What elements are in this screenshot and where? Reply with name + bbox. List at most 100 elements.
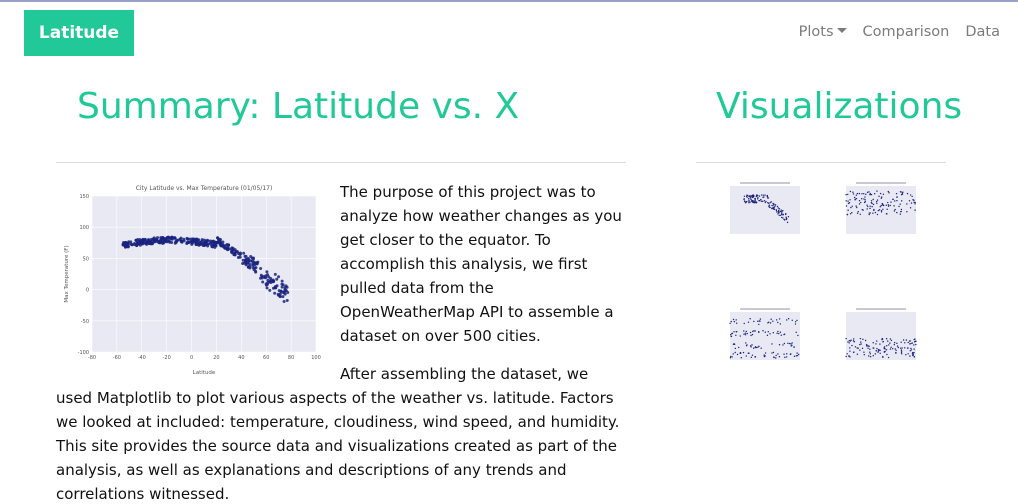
thumb-point — [760, 194, 763, 196]
thumb-point — [746, 194, 748, 196]
thumb-point — [887, 201, 889, 204]
thumb-point — [907, 341, 909, 344]
thumb-point — [730, 335, 732, 338]
thumb-point — [764, 331, 766, 333]
thumb-point — [770, 318, 772, 320]
thumb-point — [887, 340, 889, 342]
scatter-point — [217, 239, 221, 243]
thumb-point — [785, 356, 788, 358]
navbar-brand[interactable]: Latitude — [24, 10, 134, 56]
thumb-point — [780, 213, 783, 216]
scatter-point — [203, 238, 207, 242]
thumb-point — [782, 344, 784, 346]
thumb-point — [856, 347, 858, 349]
thumb-point — [876, 190, 878, 192]
x-tick-label: -40 — [138, 355, 146, 361]
scatter-point — [277, 275, 281, 279]
thumb-point — [868, 355, 870, 357]
thumb-point — [768, 202, 770, 205]
nav-plots-dropdown[interactable]: Plots — [799, 24, 847, 40]
thumb-point — [745, 330, 748, 333]
thumb-point — [736, 353, 739, 356]
thumb-point — [868, 345, 870, 347]
thumbnail-wind-plot[interactable] — [832, 306, 922, 368]
thumb-point — [769, 333, 771, 335]
thumb-title-bar — [856, 308, 906, 310]
thumb-point — [845, 355, 847, 358]
thumb-point — [876, 213, 879, 216]
thumb-point — [846, 353, 848, 355]
thumb-point — [794, 321, 797, 323]
thumb-point — [887, 190, 890, 193]
scatter-point — [282, 290, 286, 294]
thumb-point — [751, 344, 753, 346]
thumb-point — [869, 205, 871, 207]
scatter-point — [146, 239, 150, 243]
x-tick-label: -60 — [113, 355, 121, 361]
nav-data-link[interactable]: Data — [965, 24, 1000, 40]
thumb-point — [892, 348, 894, 350]
thumb-point — [872, 355, 874, 357]
thumb-point — [876, 199, 879, 201]
thumb-point — [885, 213, 888, 215]
thumb-point — [773, 203, 775, 205]
scatter-point — [230, 248, 234, 252]
thumb-point — [762, 200, 764, 203]
thumb-point — [879, 206, 881, 208]
scatter-point — [157, 241, 161, 245]
thumb-point — [882, 355, 884, 358]
thumb-point — [776, 205, 779, 208]
thumb-point — [886, 208, 888, 211]
thumb-point — [893, 344, 896, 346]
thumb-point — [904, 347, 906, 349]
thumb-point — [859, 213, 861, 215]
thumb-point — [915, 343, 917, 346]
scatter-point — [268, 288, 272, 292]
thumb-point — [870, 201, 873, 204]
thumb-point — [740, 357, 743, 359]
thumb-point — [749, 345, 752, 347]
scatter-point — [149, 237, 153, 241]
thumb-point — [858, 203, 861, 205]
scatter-point — [155, 236, 159, 240]
thumb-point — [758, 323, 760, 326]
thumb-point — [890, 346, 892, 348]
thumb-title-bar — [740, 182, 790, 184]
thumb-point — [757, 197, 759, 199]
thumb-point — [735, 319, 737, 321]
thumb-point — [900, 208, 903, 211]
thumb-point — [869, 356, 872, 358]
thumb-point — [911, 353, 914, 355]
thumb-point — [909, 340, 911, 342]
nav-comparison-link[interactable]: Comparison — [863, 24, 950, 40]
scatter-point — [219, 244, 223, 248]
thumb-point — [880, 211, 883, 213]
y-tick-label: 50 — [83, 256, 89, 262]
scatter-point — [211, 244, 215, 248]
thumbnail-humidity-plot[interactable] — [832, 180, 922, 242]
thumb-point — [851, 344, 853, 347]
thumb-point — [913, 355, 915, 358]
thumb-point — [907, 347, 909, 349]
scatter-point — [166, 235, 170, 239]
caret-down-icon — [836, 28, 847, 33]
thumb-point — [889, 338, 892, 340]
thumb-point — [789, 353, 792, 356]
thumb-point — [765, 200, 767, 203]
thumb-point — [878, 209, 881, 211]
thumb-point — [738, 346, 740, 349]
thumb-point — [773, 356, 775, 359]
thumb-point — [847, 341, 849, 343]
thumb-point — [878, 195, 880, 198]
thumb-point — [779, 323, 781, 325]
thumb-point — [875, 200, 878, 203]
thumb-point — [856, 206, 858, 209]
thumb-point — [739, 335, 741, 337]
thumbnail-temperature-plot[interactable] — [716, 180, 806, 242]
thumb-point — [898, 205, 900, 208]
thumb-point — [772, 320, 774, 322]
scatter-point — [251, 263, 255, 267]
thumb-point — [751, 333, 754, 336]
thumb-point — [879, 192, 882, 195]
thumbnail-cloudiness-plot[interactable] — [716, 306, 806, 368]
